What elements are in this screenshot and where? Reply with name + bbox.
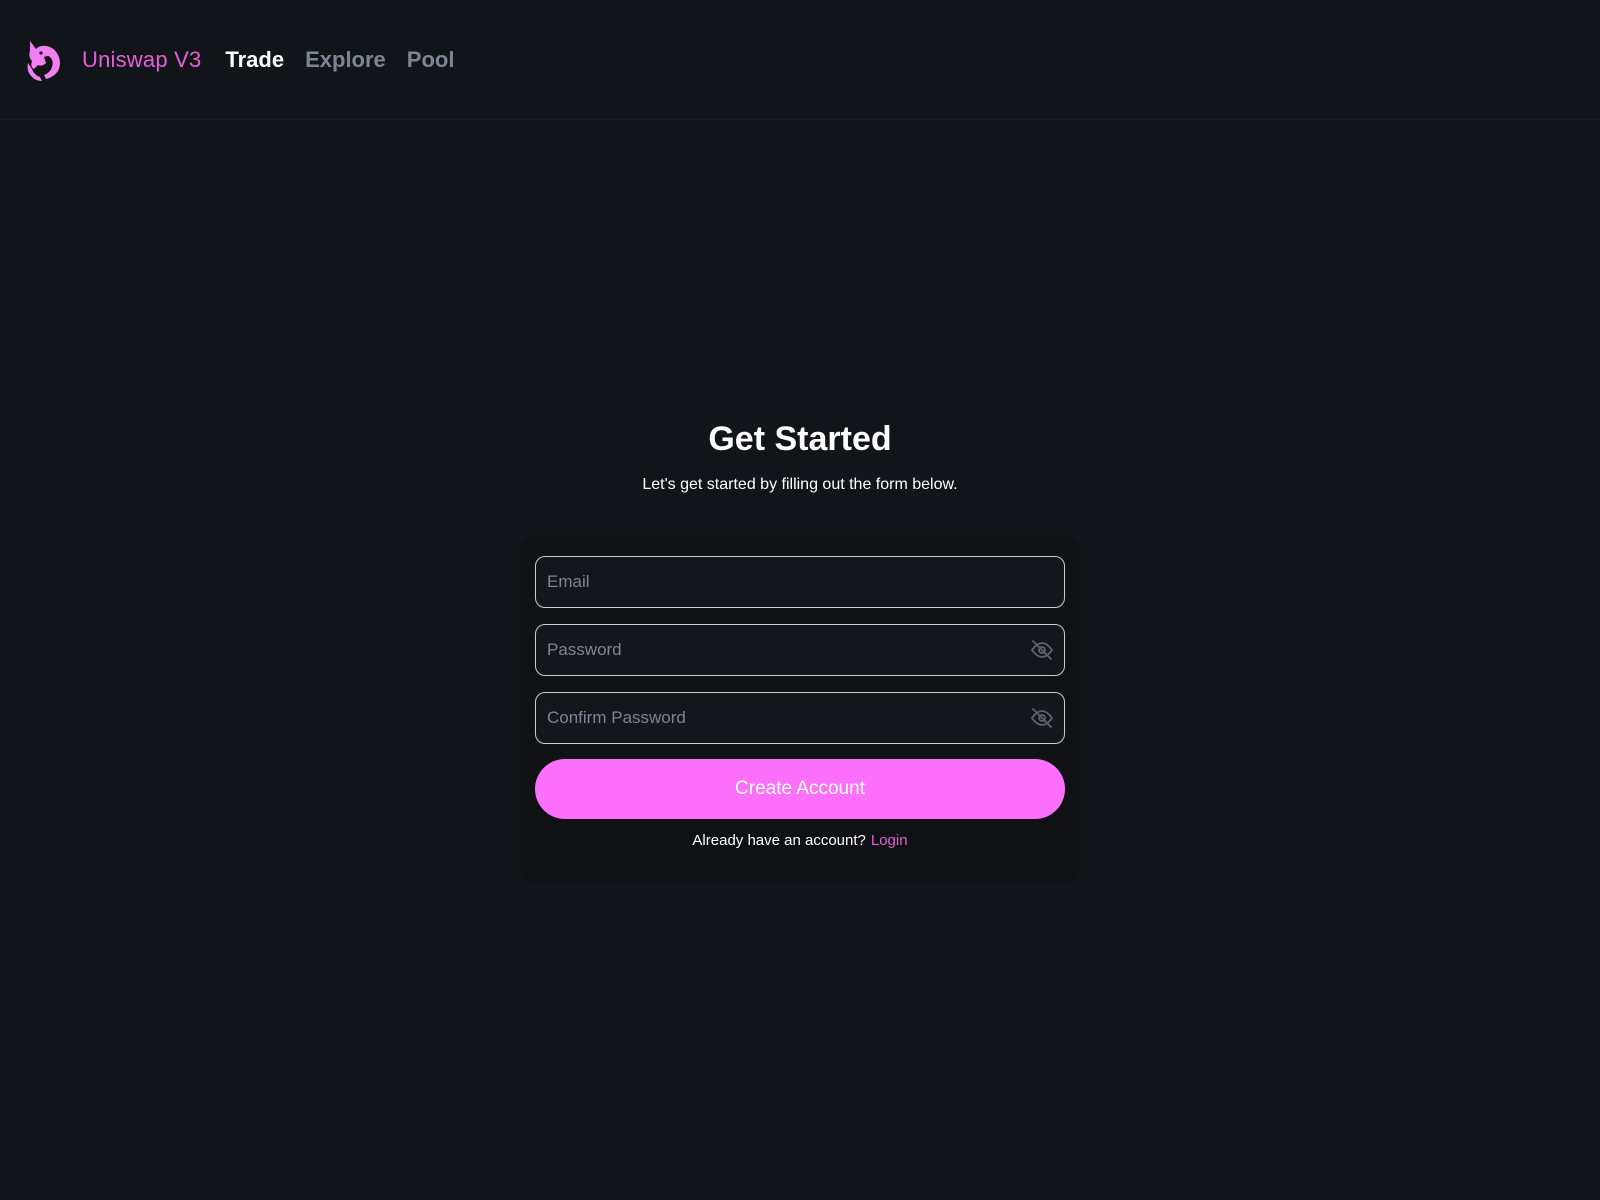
nav-item-explore[interactable]: Explore bbox=[305, 47, 386, 73]
create-account-button[interactable]: Create Account bbox=[535, 759, 1065, 819]
unicorn-logo-icon[interactable] bbox=[24, 37, 66, 83]
eye-off-icon[interactable] bbox=[1030, 638, 1054, 662]
nav-item-trade[interactable]: Trade bbox=[225, 47, 284, 73]
page-subtitle: Let's get started by filling out the for… bbox=[642, 476, 958, 493]
password-input[interactable] bbox=[547, 625, 1030, 675]
signup-card: Create Account Already have an account? L… bbox=[519, 536, 1081, 882]
main-nav: Trade Explore Pool bbox=[225, 47, 475, 73]
page-title: Get Started bbox=[708, 420, 892, 458]
email-field[interactable] bbox=[535, 556, 1065, 608]
confirm-password-input[interactable] bbox=[547, 693, 1030, 743]
top-nav-bar: Uniswap V3 Trade Explore Pool bbox=[0, 0, 1600, 120]
password-field[interactable] bbox=[535, 624, 1065, 676]
brand-name[interactable]: Uniswap V3 bbox=[82, 47, 201, 73]
login-prompt-text: Already have an account? bbox=[692, 832, 866, 849]
confirm-password-field[interactable] bbox=[535, 692, 1065, 744]
login-prompt: Already have an account? Login bbox=[519, 832, 1081, 849]
nav-item-pool[interactable]: Pool bbox=[407, 47, 455, 73]
eye-off-icon[interactable] bbox=[1030, 706, 1054, 730]
email-input[interactable] bbox=[547, 557, 1054, 607]
login-link[interactable]: Login bbox=[871, 832, 908, 849]
